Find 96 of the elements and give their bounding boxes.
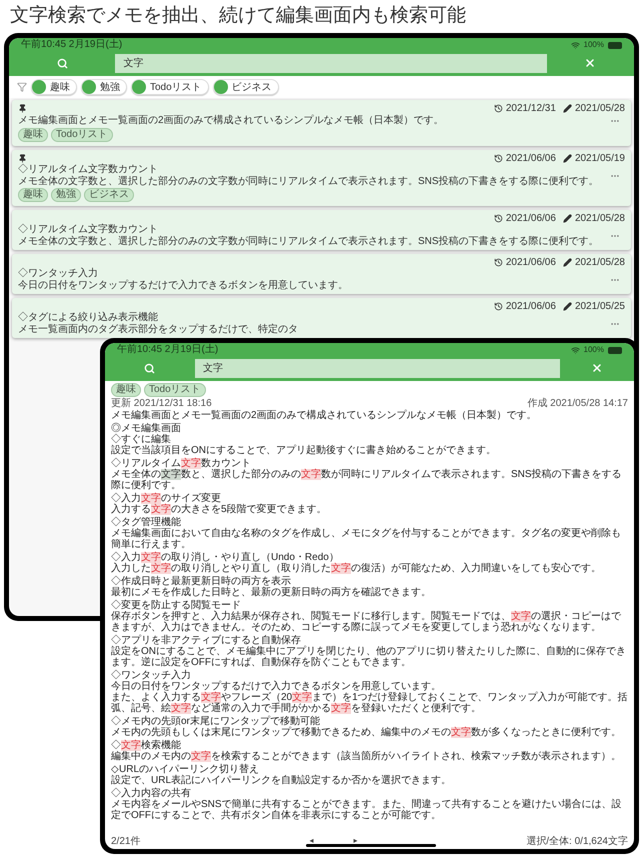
- memo-text: 入力する文字の大きさを5段階で変更できます。: [111, 504, 328, 515]
- close-icon[interactable]: [590, 362, 603, 374]
- tag-label[interactable]: Todoリスト: [51, 128, 113, 142]
- status-time: 午前10:45 2月19日(土): [21, 40, 122, 50]
- memo-text: ◇タグ管理機能: [111, 517, 182, 528]
- search-field[interactable]: 文字: [115, 54, 546, 72]
- battery-icon: [608, 346, 622, 354]
- memo-text: 今日の日付をワンタップするだけで入力できるボタンを用意しています。: [18, 280, 348, 292]
- memo-card[interactable]: 2021/12/31 2021/05/28 メモ編集画面とメモ一覧画面の2画面のみで構成されているシンプルなメモ帳（日本製）です。 趣味 Todoリスト: [12, 100, 631, 146]
- memo-text: メモ編集画面において自由な名称のタグを作成し、メモにタグを付与することができます。タグ名の変更や削除も簡単に行えます。: [111, 528, 622, 550]
- memo-text: ◇ワンタッチ入力: [18, 268, 99, 280]
- memo-text: ◎メモ編集画面: [111, 423, 182, 434]
- pencil-icon: [562, 104, 572, 112]
- filter-chip[interactable]: 趣味: [31, 79, 77, 95]
- char-count: 選択/全体: 0/1,624文字: [526, 834, 628, 848]
- memo-text: ◇入力内容の共有: [111, 788, 192, 799]
- history-icon: [494, 302, 503, 310]
- tag-label[interactable]: ビジネス: [84, 188, 134, 202]
- memo-text: メモ編集画面とメモ一覧画面の2画面のみで構成されているシンプルなメモ帳（日本製）です。: [18, 115, 444, 127]
- pencil-icon: [562, 154, 572, 162]
- memo-text: 保存ボタンを押すと、入力結果が保存され、閲覧モードに移行します。閲覧モードでは、文字の選択・コピーはできますが、入力はできません。そのため、コピーする際に誤ってメモを変更してしまう恐れがなくなります。: [111, 611, 622, 633]
- memo-text: 入力した文字の取り消しとやり直し（取り消した文字の復活）が可能なため、入力間違いをしても安心です。: [111, 563, 602, 574]
- memo-text: ◇ワンタッチ入力: [111, 670, 192, 681]
- memo-text: ◇文字検索機能: [111, 740, 181, 751]
- memo-text: ◇メモ内の先頭or末尾にワンタップで移動可能: [111, 716, 321, 727]
- next-button[interactable]: ▸: [353, 837, 358, 845]
- status-time: 午前10:45 2月19日(土): [117, 345, 218, 355]
- updated-date: 2021/06/06: [506, 212, 556, 226]
- battery-icon: [608, 42, 622, 48]
- updated-date: 2021/12/31: [506, 102, 556, 116]
- created-date: 2021/05/25: [574, 300, 625, 314]
- created-date: 2021/05/19: [574, 152, 625, 166]
- wifi-icon: [570, 346, 580, 354]
- memo-text: 設定で当該項目をONにすることで、アプリ起動後すぐに書き始めることができます。: [111, 445, 497, 456]
- memo-text: メモ全体の文字数と、選択した部分のみの文字数が同時にリアルタイムで表示されます。SNS投稿の下書きをする際に便利です。: [18, 176, 599, 188]
- history-icon: [494, 154, 503, 162]
- tag-label[interactable]: Todoリスト: [144, 383, 206, 397]
- created-date: 2021/05/28: [574, 102, 625, 116]
- search-icon[interactable]: [144, 362, 156, 374]
- search-field[interactable]: 文字: [194, 358, 560, 378]
- tag-label[interactable]: 趣味: [111, 383, 141, 397]
- memo-card[interactable]: 2021/06/06 2021/05/25 ◇タグによる絞り込み表示機能 メモ一覧画面内のタグ表示部分をタップするだけで、特定のタ: [12, 298, 631, 338]
- memo-text: ◇リアルタイム文字数カウント: [18, 164, 159, 176]
- search-icon[interactable]: [56, 58, 68, 68]
- pencil-icon: [562, 214, 572, 222]
- updated-date: 2021/06/06: [506, 152, 556, 166]
- updated-date: 2021/06/06: [506, 256, 556, 270]
- memo-text: ◇入力文字のサイズ変更: [111, 493, 222, 504]
- memo-text: ◇アプリを非アクティブにすると自動保存: [111, 635, 301, 646]
- memo-text: また、よく入力する文字やフレーズ（20文字まで）を1つだけ登録しておくことで、ワンタップ入力が可能です。括弧、記号、絵文字など通常の入力で手間がかかる文字を登録いただくと便利です。: [111, 692, 628, 714]
- history-icon: [494, 104, 503, 112]
- created-date: 作成 2021/05/28 14:17: [527, 397, 628, 410]
- memo-text: 最初にメモを作成した日時と、最新の更新日時の両方を確認できます。: [111, 587, 432, 598]
- memo-text: メモ全体の文字数と、選択した部分のみの文字数が同時にリアルタイムで表示されます。SNS投稿の下書きをする際に便利です。: [18, 236, 599, 248]
- memo-text: ◇URLのハイパーリンク切り替え: [111, 764, 260, 775]
- wifi-icon: [570, 40, 580, 50]
- filter-chip[interactable]: Todoリスト: [131, 79, 209, 95]
- battery-percent: 100%: [584, 346, 604, 354]
- memo-text: メモ内容をメールやSNSで簡単に共有することができます。また、間違って共有することを避けたい場合には、設定でOFFにすることで、共有ボタン自体を非表示にすることが可能です。: [111, 799, 623, 821]
- prev-button[interactable]: ◂: [309, 837, 314, 845]
- tag-label[interactable]: 趣味: [18, 128, 48, 142]
- battery-percent: 100%: [584, 41, 604, 49]
- memo-text: メモ全体の文字数と、選択した部分のみの文字数が同時にリアルタイムで表示されます。SNS投稿の下書きをする際に便利です。: [111, 469, 623, 491]
- updated-date: 2021/06/06: [506, 300, 556, 314]
- history-icon: [494, 258, 503, 266]
- filter-icon[interactable]: [17, 82, 27, 92]
- memo-text: 設定で、URL表記にハイパーリンクを自動設定するか否かを選択できます。: [111, 775, 452, 786]
- created-date: 2021/05/28: [574, 212, 625, 226]
- pencil-icon: [562, 258, 572, 266]
- memo-text: ◇すぐに編集: [111, 434, 172, 445]
- memo-text: ◇タグによる絞り込み表示機能: [18, 312, 159, 324]
- memo-card[interactable]: 2021/06/06 2021/05/19 ◇リアルタイム文字数カウント メモ全体の文字数と、選択した部分のみの文字数が同時にリアルタイムで表示されます。SNS投稿の下書きをする際に便利です。 趣味 勉強 ビジネス: [12, 150, 631, 206]
- updated-date: 更新 2021/12/31 18:16: [111, 397, 212, 410]
- memo-text: ◇変更を防止する閲覧モード: [111, 600, 242, 611]
- pencil-icon: [562, 302, 572, 310]
- tag-label[interactable]: 勉強: [51, 188, 81, 202]
- close-icon[interactable]: [584, 57, 596, 69]
- filter-chip[interactable]: ビジネス: [212, 79, 279, 95]
- memo-text: ◇リアルタイム文字数カウント: [111, 458, 251, 469]
- memo-card[interactable]: 2021/06/06 2021/05/28 ◇リアルタイム文字数カウント メモ全体の文字数と、選択した部分のみの文字数が同時にリアルタイムで表示されます。SNS投稿の下書きをする際に便利です。: [12, 210, 631, 250]
- memo-text: ◇作成日時と最新更新日時の両方を表示: [111, 576, 291, 587]
- created-date: 2021/05/28: [574, 256, 625, 270]
- memo-text: ◇入力文字の取り消し・やり直し（Undo・Redo）: [111, 552, 339, 563]
- headline: 文字検索でメモを抽出、続けて編集画面内も検索可能: [9, 4, 467, 28]
- memo-text: 編集中のメモ内の文字を検索することができます（該当箇所がハイライトされ、検索マッチ数が表示されます）。: [111, 751, 622, 762]
- memo-card[interactable]: 2021/06/06 2021/05/28 ◇ワンタッチ入力 今日の日付をワンタップするだけで入力できるボタンを用意しています。: [12, 254, 631, 294]
- memo-text: メモ一覧画面内のタグ表示部分をタップするだけで、特定のタ: [18, 324, 298, 336]
- history-icon: [494, 214, 503, 222]
- memo-text: ◇リアルタイム文字数カウント: [18, 224, 159, 236]
- filter-chip[interactable]: 勉強: [81, 79, 127, 95]
- memo-text: メモ内の先頭もしくは末尾にワンタップで移動できるため、編集中のメモの文字数が多くなったときに便利です。: [111, 727, 622, 738]
- memo-text: 今日の日付をワンタップするだけで入力できるボタンを用意しています。: [111, 681, 442, 692]
- note-count: 2/21件: [111, 834, 140, 848]
- memo-text: 設定をONにすることで、メモ編集中にアプリを閉じたり、他のアプリに切り替えたりした際に、自動的に保存できます。逆に設定をOFFにすれば、自動保存を防ぐこともできます。: [111, 646, 627, 668]
- memo-text: メモ編集画面とメモ一覧画面の2画面のみで構成されているシンプルなメモ帳（日本製）です。: [111, 410, 538, 421]
- tag-label[interactable]: 趣味: [18, 188, 48, 202]
